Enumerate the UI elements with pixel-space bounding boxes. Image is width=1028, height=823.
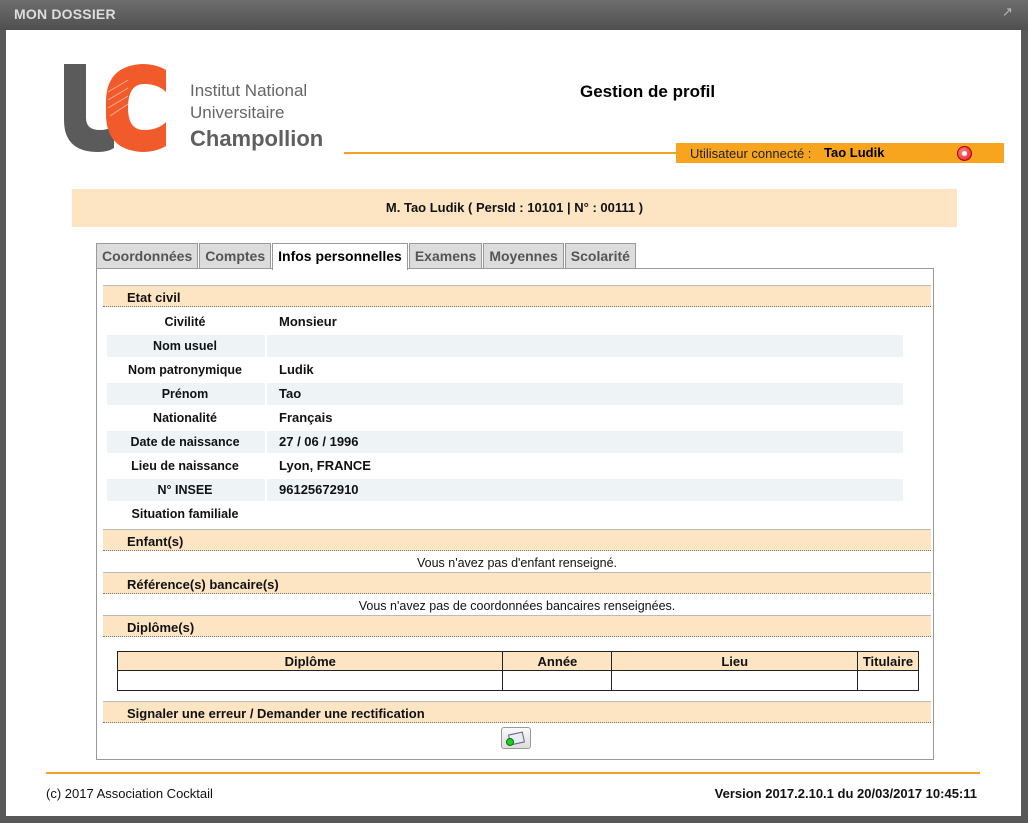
report-error-button[interactable] (501, 727, 531, 749)
section-enfants: Enfant(s) (103, 529, 931, 551)
user-name: Tao Ludik (824, 145, 885, 160)
section-banque: Référence(s) bancaire(s) (103, 572, 931, 594)
civil-row: Nationalité Français (107, 407, 903, 429)
section-heading: Diplôme(s) (127, 620, 195, 635)
main-content: Institut National Universitaire Champoll… (6, 30, 1021, 816)
page-title: Gestion de profil (580, 82, 716, 101)
table-row (116, 670, 919, 691)
window: MON DOSSIER ↗ Institut National Universi… (0, 0, 1028, 823)
field-label: Nom patronymique (128, 363, 242, 377)
civil-row: Situation familiale (107, 503, 903, 525)
field-label: Date de naissance (130, 435, 240, 449)
civil-row: Date de naissance 27 / 06 / 1996 (107, 431, 903, 453)
user-bar: Utilisateur connecté : Tao Ludik (676, 143, 1004, 163)
section-heading: Enfant(s) (127, 534, 184, 549)
logout-icon[interactable] (957, 146, 972, 161)
uc-logo-icon (64, 64, 166, 152)
civil-row: Prénom Tao (107, 383, 903, 405)
civil-row: N° INSEE 96125672910 (107, 479, 903, 501)
diplomas-table: Diplôme Année Lieu Titulaire (116, 651, 919, 691)
header-divider (344, 152, 678, 154)
field-label: Nationalité (153, 411, 217, 425)
footer-copyright: (c) 2017 Association Cocktail (46, 786, 213, 801)
section-heading: Référence(s) bancaire(s) (127, 577, 279, 592)
field-label: Prénom (161, 387, 209, 401)
field-value: Tao (279, 386, 302, 401)
civil-row: Nom usuel (107, 335, 903, 357)
field-value: Monsieur (279, 314, 337, 329)
field-label: Civilité (164, 315, 206, 329)
column-header: Lieu (611, 651, 858, 671)
field-label: Lieu de naissance (131, 459, 239, 473)
tab-examens[interactable]: Examens (408, 243, 483, 269)
footer-divider (46, 772, 980, 774)
institution-logo: Institut National Universitaire Champoll… (62, 62, 342, 154)
identity-text: M. Tao Ludik ( PersId : 10101 | N° : 001… (385, 200, 644, 215)
tab-infos-personnelles[interactable]: Infos personnelles (272, 243, 408, 270)
logo-line-1: Institut National (190, 81, 308, 100)
field-label: N° INSEE (157, 483, 213, 497)
field-value: Français (279, 410, 333, 425)
logo-line-2: Universitaire (190, 103, 285, 122)
tab-comptes[interactable]: Comptes (199, 243, 272, 269)
table-cell (116, 670, 504, 691)
tab-panel: Etat civil Civilité Monsieur Nom usuel N… (96, 268, 934, 760)
section-heading: Signaler une erreur / Demander une recti… (127, 706, 425, 721)
banque-message: Vous n'avez pas de coordonnées bancaires… (358, 599, 676, 613)
table-cell (857, 670, 919, 691)
window-titlebar[interactable]: MON DOSSIER ↗ (0, 0, 1028, 30)
logo-text: Institut National Universitaire Champoll… (190, 80, 323, 154)
civil-row: Nom patronymique Ludik (107, 359, 903, 381)
section-diplomes: Diplôme(s) (103, 615, 931, 637)
table-cell (611, 670, 858, 691)
civil-row: Civilité Monsieur (107, 311, 903, 333)
field-value: 96125672910 (279, 482, 359, 497)
user-label: Utilisateur connecté : (690, 146, 812, 161)
column-header: Année (502, 651, 613, 671)
field-value: 27 / 06 / 1996 (279, 434, 359, 449)
tab-scolarite[interactable]: Scolarité (564, 243, 636, 269)
tab-bar: Coordonnées Comptes Infos personnelles E… (96, 243, 637, 270)
table-cell (502, 670, 613, 691)
field-value: Ludik (279, 362, 314, 377)
window-title: MON DOSSIER (14, 6, 116, 22)
identity-band: M. Tao Ludik ( PersId : 10101 | N° : 001… (72, 189, 957, 227)
column-header: Titulaire (857, 651, 919, 671)
field-label: Situation familiale (131, 507, 239, 521)
logo-line-3: Champollion (190, 126, 324, 151)
field-value: Lyon, FRANCE (279, 458, 371, 473)
section-signaler: Signaler une erreur / Demander une recti… (103, 701, 931, 723)
add-icon (506, 738, 514, 746)
table-header-row: Diplôme Année Lieu Titulaire (116, 651, 919, 671)
section-heading: Etat civil (127, 290, 181, 305)
footer-version: Version 2017.2.10.1 du 20/03/2017 10:45:… (714, 786, 977, 801)
tab-coordonnees[interactable]: Coordonnées (96, 243, 199, 269)
enfants-message: Vous n'avez pas d'enfant renseigné. (416, 556, 618, 570)
tab-moyennes[interactable]: Moyennes (483, 243, 564, 269)
civil-row: Lieu de naissance Lyon, FRANCE (107, 455, 903, 477)
expand-icon[interactable]: ↗ (1002, 6, 1016, 20)
field-label: Nom usuel (153, 339, 217, 353)
column-header: Diplôme (116, 651, 504, 671)
section-etat-civil: Etat civil (103, 285, 931, 307)
